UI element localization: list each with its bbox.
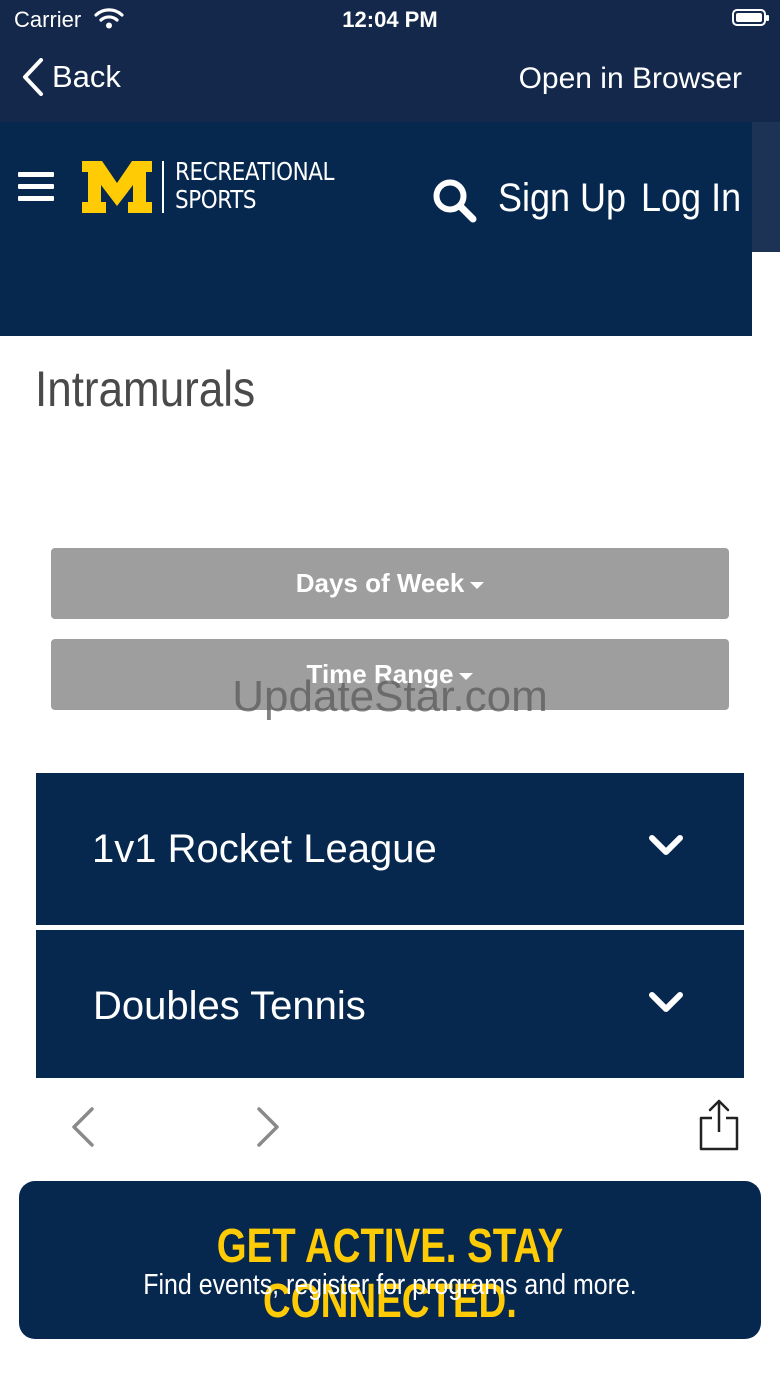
battery-icon xyxy=(732,9,769,26)
status-bar: Carrier 12:04 PM xyxy=(0,0,780,40)
browser-back-icon[interactable] xyxy=(70,1106,96,1148)
logo-divider xyxy=(162,161,164,213)
open-in-browser-button[interactable]: Open in Browser xyxy=(519,62,742,96)
sign-up-link[interactable]: Sign Up xyxy=(498,176,626,221)
logo-text[interactable]: RECREATIONAL SPORTS xyxy=(175,157,335,214)
site-header xyxy=(0,122,752,336)
log-in-link[interactable]: Log In xyxy=(641,176,741,221)
search-icon[interactable] xyxy=(432,178,478,224)
scrollbar[interactable] xyxy=(752,122,780,252)
chevron-down-icon xyxy=(649,835,683,855)
logo-line-2: SPORTS xyxy=(175,185,257,214)
days-of-week-label: Days of Week xyxy=(295,568,465,598)
banner-subtext: Find events, register for programs and m… xyxy=(143,1269,637,1301)
app-promo-banner[interactable]: GET ACTIVE. STAY CONNECTED. Find events,… xyxy=(19,1181,761,1339)
share-icon[interactable] xyxy=(698,1098,740,1152)
block-m-logo-icon[interactable] xyxy=(82,161,152,213)
browser-toolbar xyxy=(0,1078,780,1178)
status-time: 12:04 PM xyxy=(342,7,438,32)
browser-forward-icon[interactable] xyxy=(255,1106,281,1148)
browser-nav-bar: Back Open in Browser xyxy=(0,40,780,122)
hamburger-menu-icon[interactable] xyxy=(18,172,54,205)
accordion-item-rocket-league[interactable]: 1v1 Rocket League xyxy=(36,773,744,925)
logo-line-1: RECREATIONAL xyxy=(175,157,335,186)
back-button[interactable]: Back xyxy=(22,58,121,96)
accordion-item-doubles-tennis[interactable]: Doubles Tennis xyxy=(36,930,744,1078)
days-of-week-dropdown[interactable]: Days of Week xyxy=(51,548,729,619)
chevron-down-icon xyxy=(649,992,683,1012)
page-title: Intramurals xyxy=(35,361,256,417)
caret-down-icon xyxy=(470,581,485,589)
chevron-left-icon xyxy=(23,58,43,96)
accordion-item-label: 1v1 Rocket League xyxy=(92,827,437,871)
watermark: UpdateStar.com xyxy=(232,672,548,721)
back-label: Back xyxy=(52,59,121,94)
accordion-item-label: Doubles Tennis xyxy=(93,984,366,1028)
